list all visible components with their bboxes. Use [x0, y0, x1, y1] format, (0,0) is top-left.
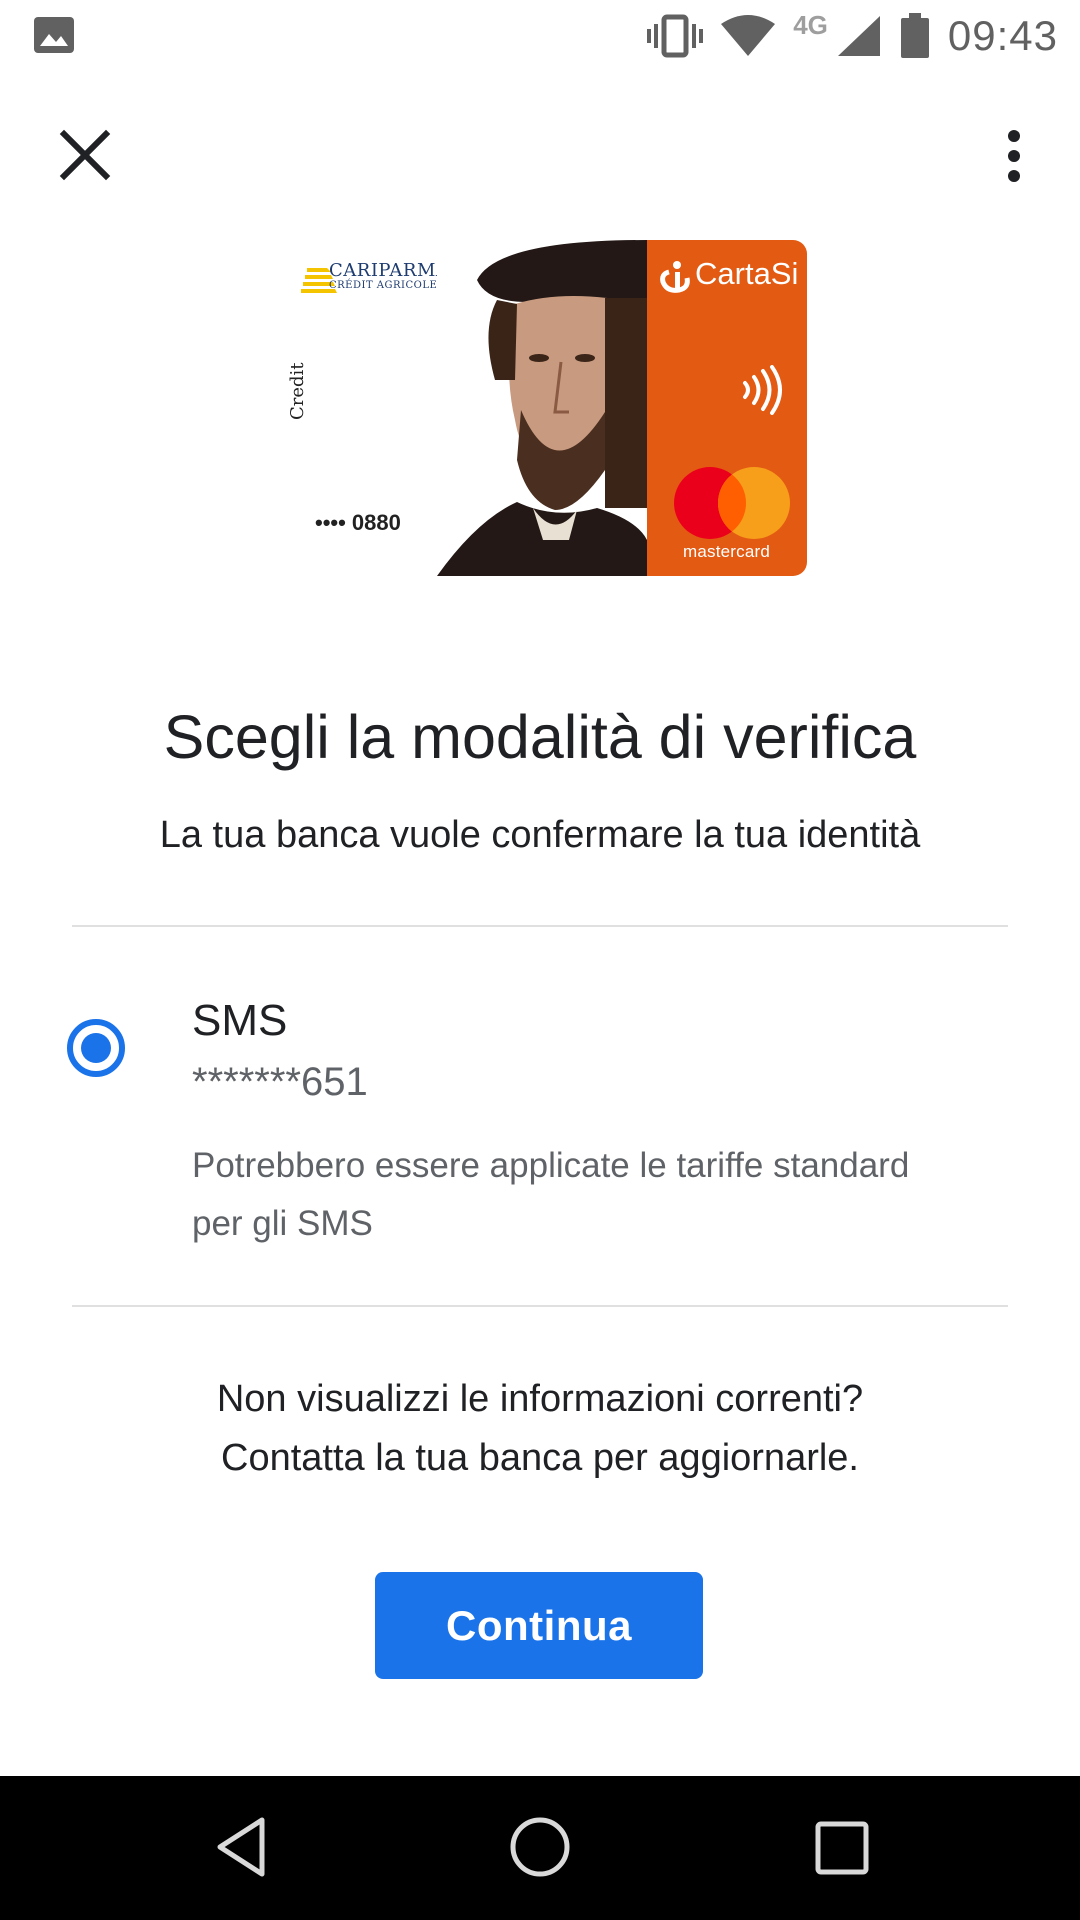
image-notification-icon — [34, 17, 74, 53]
divider-bottom — [72, 1305, 1008, 1307]
card-portrait-artwork — [437, 240, 647, 576]
sms-option-label[interactable]: SMS — [192, 996, 287, 1046]
card-brand-name: CartaSi — [695, 256, 799, 291]
cartasi-logo-icon — [660, 261, 690, 293]
card-image: CARIPARMA CRÉDIT AGRICOLE Credit •••• 08… — [287, 240, 807, 576]
bank-name: CARIPARMA — [329, 260, 450, 281]
screen: 4G 09:43 CARIPARMA CRÉDIT AGRICOLE Credi… — [0, 0, 1080, 1920]
network-type-label: 4G — [793, 9, 828, 40]
continue-button[interactable]: Continua — [375, 1572, 703, 1679]
sms-phone-number: *******651 — [192, 1060, 368, 1104]
status-icons: 4G 09:43 — [647, 8, 1058, 64]
card-network-name: mastercard — [683, 542, 771, 561]
card-type-label: Credit — [287, 362, 308, 420]
divider-top — [72, 925, 1008, 927]
card-right-panel: CartaSi mastercard — [647, 240, 807, 576]
sms-fee-note: Potrebbero essere applicate le tariffe s… — [192, 1146, 910, 1243]
sms-radio-button[interactable] — [66, 1018, 126, 1078]
status-bar: 4G 09:43 — [0, 0, 1080, 72]
home-circle-icon[interactable] — [509, 1816, 571, 1878]
wifi-icon — [721, 15, 776, 56]
contactless-icon — [743, 365, 782, 415]
info-line-2: Contatta la tua banca per aggiornarle. — [221, 1437, 859, 1479]
close-icon[interactable] — [58, 128, 112, 182]
more-vert-icon[interactable] — [995, 128, 1033, 184]
navigation-bar — [0, 1776, 1080, 1920]
clock-time: 09:43 — [947, 12, 1058, 59]
info-line-1: Non visualizzi le informazioni correnti? — [216, 1378, 864, 1420]
contact-bank-info: Non visualizzi le informazioni correnti?… — [0, 1370, 1080, 1488]
card-number: •••• 0880 — [315, 510, 401, 535]
bank-subtitle: CRÉDIT AGRICOLE — [329, 280, 438, 291]
cell-signal-icon — [837, 16, 880, 56]
mastercard-logo-icon — [674, 467, 790, 539]
back-triangle-icon[interactable] — [214, 1816, 268, 1878]
vibrate-icon — [647, 14, 704, 58]
page-subtitle: La tua banca vuole confermare la tua ide… — [159, 814, 921, 856]
battery-icon — [900, 13, 929, 58]
recents-square-icon[interactable] — [815, 1821, 869, 1875]
page-title: Scegli la modalità di verifica — [163, 703, 917, 771]
